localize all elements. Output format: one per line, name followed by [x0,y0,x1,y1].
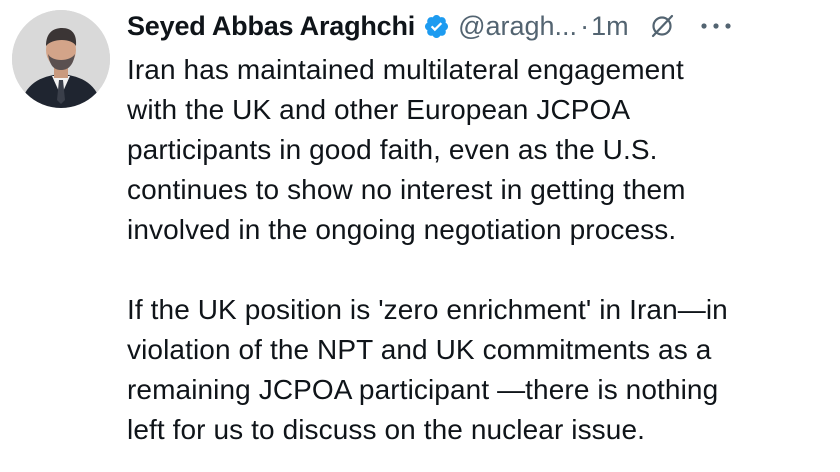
tweet-header: Seyed Abbas Araghchi @aragh... · 1m [127,6,840,46]
grok-slash-icon[interactable] [649,13,675,39]
tweet-paragraph-2: If the UK position is 'zero enrichment' … [127,290,832,450]
more-options-icon[interactable] [699,13,733,39]
text-line: remaining JCPOA participant —there is no… [127,374,719,405]
author-handle[interactable]: @aragh... [458,11,577,42]
text-line: violation of the NPT and UK commitments … [127,334,712,365]
tweet-timestamp[interactable]: 1m [591,11,629,42]
text-line: involved in the ongoing negotiation proc… [127,214,677,245]
separator-dot: · [580,10,590,41]
verified-badge-icon [423,13,450,40]
author-avatar[interactable] [12,10,110,108]
text-line: with the UK and other European JCPOA [127,94,631,125]
text-line: If the UK position is 'zero enrichment' … [127,294,728,325]
text-line: participants in good faith, even as the … [127,134,658,165]
tweet: Seyed Abbas Araghchi @aragh... · 1m Iran… [0,0,840,472]
author-display-name[interactable]: Seyed Abbas Araghchi [127,11,415,42]
text-line: left for us to discuss on the nuclear is… [127,414,645,445]
avatar-portrait-icon [12,10,110,108]
tweet-text: Iran has maintained multilateral engagem… [127,50,832,450]
tweet-paragraph-1: Iran has maintained multilateral engagem… [127,50,832,250]
text-line: Iran has maintained multilateral engagem… [127,54,684,85]
text-line: continues to show no interest in getting… [127,174,686,205]
